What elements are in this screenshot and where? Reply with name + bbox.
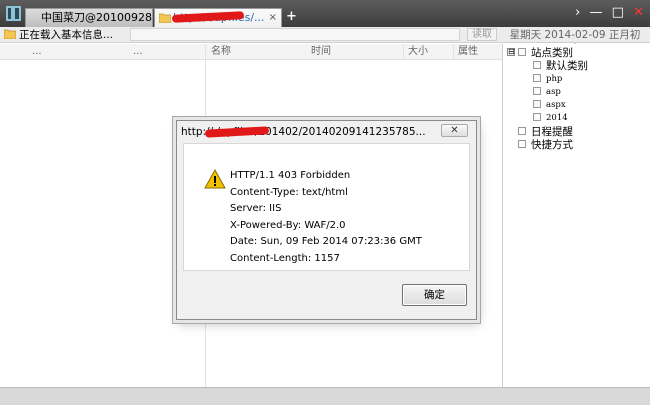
- tree-item-label: 2014: [546, 113, 568, 123]
- new-tab-button[interactable]: +: [286, 10, 297, 23]
- node-icon: [533, 73, 541, 82]
- tree-item[interactable]: 2014: [533, 112, 568, 125]
- response-line: Server: IIS: [230, 203, 282, 214]
- column-header[interactable]: ...: [133, 45, 143, 59]
- read-button[interactable]: 读取: [467, 28, 497, 41]
- tree-root-label: 站点类别: [531, 47, 573, 59]
- response-line: X-Powered-By: WAF/2.0: [230, 219, 346, 231]
- node-icon: [533, 61, 541, 69]
- tree-item[interactable]: asp: [533, 86, 561, 99]
- response-line: Content-Type: text/html: [230, 186, 348, 198]
- tree-item-label: 默认类别: [546, 60, 588, 72]
- path-input[interactable]: [130, 28, 460, 41]
- column-header-attr[interactable]: 属性: [458, 45, 478, 59]
- tree-item-label: php: [546, 74, 563, 84]
- bottom-bar: [0, 387, 650, 405]
- site-tree: ⊟ 站点类别 默认类别 php asp aspx 2014 日程提醒 快捷方式: [502, 44, 650, 387]
- folder-icon: [159, 13, 171, 23]
- column-header-time[interactable]: 时间: [311, 45, 331, 59]
- column-divider: [453, 44, 454, 60]
- response-line: Content-Length: 1157: [230, 252, 340, 264]
- file-list-header: ... ... 名称 时间 大小 属性: [0, 44, 502, 60]
- status-message: 正在载入基本信息...: [19, 29, 114, 41]
- close-window-icon[interactable]: ✕: [633, 6, 644, 20]
- error-dialog: http:// /upfiles/201402/2014020914123578…: [176, 120, 477, 320]
- tree-item-schedule[interactable]: 日程提醒: [518, 126, 573, 139]
- maximize-icon[interactable]: □: [612, 6, 624, 20]
- tab-china-chopper[interactable]: 中国菜刀@20100928: [25, 8, 153, 27]
- tab-label: 中国菜刀@20100928: [41, 11, 152, 24]
- column-header[interactable]: ...: [32, 45, 42, 59]
- tree-root[interactable]: ⊟ 站点类别: [507, 47, 573, 60]
- node-icon: [533, 86, 541, 95]
- column-divider: [403, 44, 404, 60]
- response-line: Date: Sun, 09 Feb 2014 07:23:36 GMT: [230, 236, 422, 247]
- column-header-size[interactable]: 大小: [408, 45, 428, 59]
- tree-item-shortcuts[interactable]: 快捷方式: [518, 139, 573, 152]
- folder-icon: [3, 29, 17, 40]
- tree-item[interactable]: php: [533, 73, 562, 86]
- tree-item[interactable]: 默认类别: [533, 60, 588, 73]
- tree-item-label: 日程提醒: [531, 126, 573, 138]
- calendar-icon: [518, 127, 526, 135]
- response-headers: HTTP/1.1 403 Forbidden Content-Type: tex…: [230, 168, 422, 267]
- window-controls: › — □ ✕: [570, 6, 644, 20]
- close-icon[interactable]: ×: [269, 9, 277, 26]
- tree-item-label: asp: [546, 87, 561, 97]
- column-header-name[interactable]: 名称: [211, 45, 231, 59]
- status-text: 正在载入基本信息...: [3, 28, 114, 42]
- dialog-close-button[interactable]: ✕: [441, 124, 468, 137]
- node-icon: [518, 48, 526, 56]
- node-icon: [533, 112, 541, 121]
- title-bar: 中国菜刀@20100928 http:// /upfiles/... × + ›…: [0, 0, 650, 27]
- tree-item[interactable]: aspx: [533, 99, 566, 112]
- shortcut-icon: [518, 140, 526, 148]
- warning-icon: [204, 169, 226, 189]
- node-icon: [533, 99, 541, 108]
- app-icon[interactable]: [6, 6, 21, 21]
- minimize-icon[interactable]: —: [590, 6, 603, 20]
- tree-item-label: 快捷方式: [531, 139, 573, 151]
- ok-button[interactable]: 确定: [402, 284, 467, 306]
- response-line: HTTP/1.1 403 Forbidden: [230, 170, 351, 181]
- tree-item-label: aspx: [546, 100, 566, 110]
- status-row: 正在载入基本信息... 读取 星期天 2014-02-09 正月初十: [0, 27, 650, 55]
- dialog-body: HTTP/1.1 403 Forbidden Content-Type: tex…: [183, 143, 470, 271]
- menu-arrow-icon[interactable]: ›: [575, 6, 580, 20]
- collapse-icon[interactable]: ⊟: [507, 48, 515, 56]
